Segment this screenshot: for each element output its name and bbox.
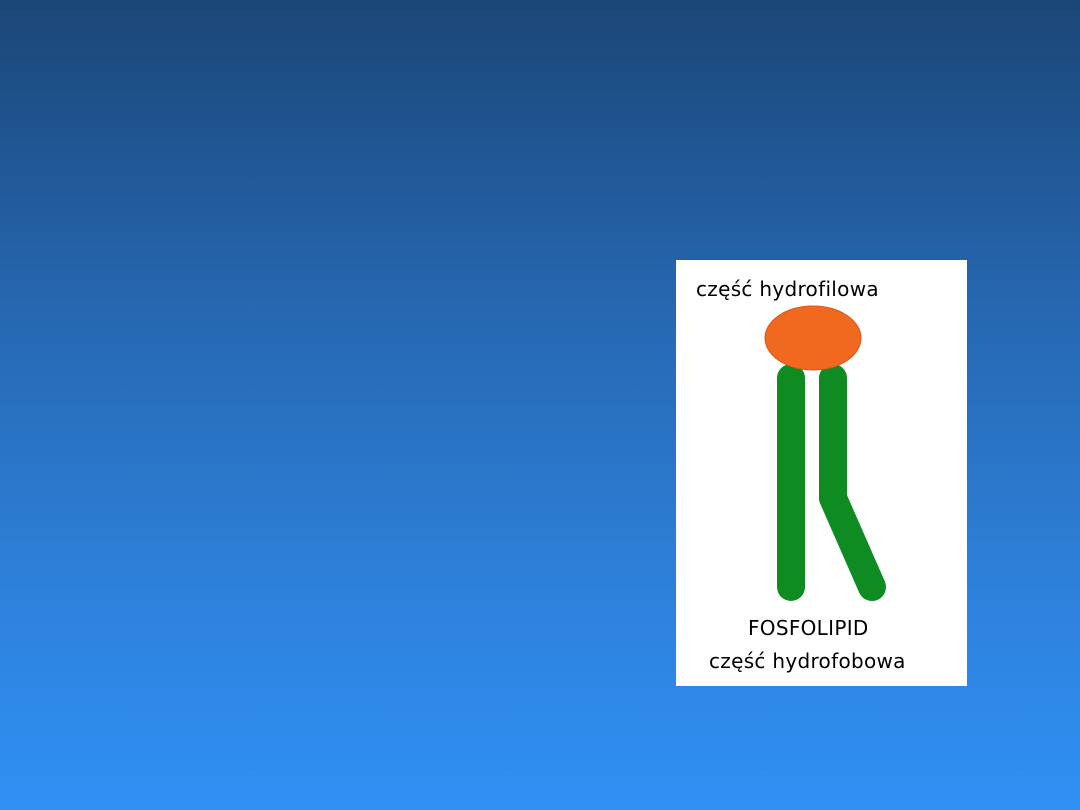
right-fatty-acid-tail-kinked	[819, 484, 886, 601]
molecule-name-label: FOSFOLIPID	[748, 616, 869, 640]
hydrophilic-head	[764, 305, 862, 371]
phospholipid-figure: część hydrofilowa FOSFOLIPID część hydro…	[676, 260, 967, 686]
hydrophobic-label: część hydrofobowa	[709, 649, 906, 673]
hydrophilic-label: część hydrofilowa	[696, 277, 879, 301]
slide: część hydrofilowa FOSFOLIPID część hydro…	[0, 0, 1080, 810]
